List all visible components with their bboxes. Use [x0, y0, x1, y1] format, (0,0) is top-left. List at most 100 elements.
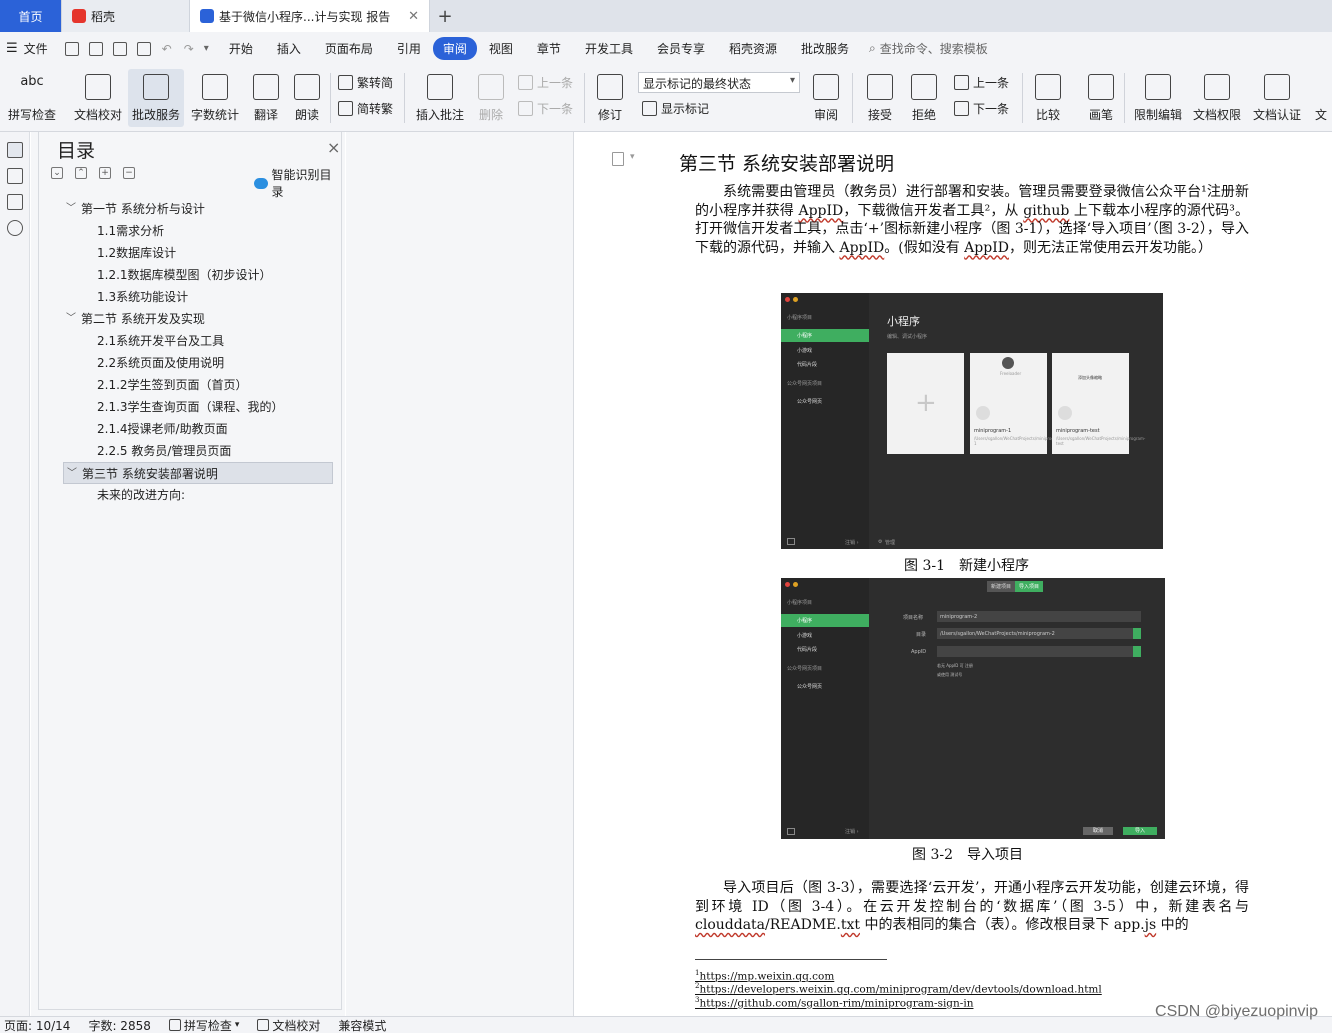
bookmark-icon[interactable] [7, 194, 23, 210]
remove-heading-icon[interactable]: − [123, 167, 135, 179]
toc-item[interactable]: 1.1需求分析 [63, 220, 363, 242]
print-preview-icon[interactable] [136, 41, 151, 56]
delete-comment-button[interactable]: 删除 [472, 69, 510, 127]
tab-home-label: 首页 [18, 9, 43, 24]
toc-item[interactable]: 2.2.5 教务员/管理员页面 [63, 440, 363, 462]
accept-button[interactable]: 接受 [862, 69, 898, 127]
appid-dropdown-icon [1133, 646, 1141, 657]
insert-comment-icon [427, 74, 453, 100]
toc-close-icon[interactable]: × [327, 138, 340, 157]
toc-item[interactable]: 2.1.4授课老师/助教页面 [63, 418, 363, 440]
read-aloud-button[interactable]: 朗读 [290, 69, 324, 127]
restrict-edit-label: 限制编辑 [1133, 108, 1182, 122]
status-page[interactable]: 页面: 10/14 [4, 1017, 70, 1034]
toc-item-label: 2.1.2学生签到页面（首页） [97, 378, 248, 392]
toc-item-chapter-1[interactable]: ﹀ 第一节 系统分析与设计 [63, 198, 363, 220]
toc-item[interactable]: 2.1.3学生查询页面（课程、我的） [63, 396, 363, 418]
status-spell-check[interactable]: 拼写检查 ▾ [168, 1017, 239, 1034]
add-heading-icon[interactable]: + [99, 167, 111, 179]
review-service-button[interactable]: 批改服务 [128, 69, 184, 127]
toc-item-chapter-2[interactable]: ﹀ 第二节 系统开发及实现 [63, 308, 363, 330]
find-icon[interactable] [7, 220, 23, 236]
tab-daoke[interactable]: 稻壳 [62, 0, 190, 32]
chevron-down-icon[interactable]: ﹀ [66, 198, 76, 220]
insert-comment-button[interactable]: 插入批注 [412, 69, 468, 127]
project-icon [976, 406, 990, 420]
toc-item[interactable]: 2.1.2学生签到页面（首页） [63, 374, 363, 396]
doc-cert-button[interactable]: 文档认证 [1250, 69, 1304, 127]
toc-item-chapter-3[interactable]: ﹀ 第三节 系统安装部署说明 [63, 462, 333, 484]
footnote-2[interactable]: 2https://developers.weixin.qq.com/minipr… [695, 982, 1102, 996]
footnote-3[interactable]: 3https://github.com/sgallon-rim/miniprog… [695, 996, 973, 1010]
redo-icon[interactable]: ↷ [184, 42, 194, 56]
menu-insert[interactable]: 插入 [265, 40, 313, 57]
reject-button[interactable]: 拒绝 [906, 69, 942, 127]
status-doc-proof[interactable]: 文档校对 [257, 1017, 320, 1034]
track-changes-button[interactable]: 修订 [592, 69, 628, 127]
print-icon[interactable] [112, 41, 127, 56]
spell-check-button[interactable]: abc 拼写检查 [2, 69, 62, 127]
toc-item[interactable]: 2.2系统页面及使用说明 [63, 352, 363, 374]
fig2-label-name: 项目名称 [903, 615, 924, 621]
doc-proof-button[interactable]: 文档校对 [70, 69, 126, 127]
chevron-down-icon[interactable]: ﹀ [67, 463, 77, 485]
menu-start[interactable]: 开始 [217, 40, 265, 57]
next-change-button[interactable]: 下一条 [954, 100, 1009, 117]
review-pane-button[interactable]: 审阅 [808, 69, 844, 127]
tab-document[interactable]: 基于微信小程序...计与实现 报告 ✕ [190, 0, 430, 32]
toc-item[interactable]: 1.2数据库设计 [63, 242, 363, 264]
prev-change-button[interactable]: 上一条 [954, 74, 1009, 91]
restrict-edit-button[interactable]: 限制编辑 [1132, 69, 1184, 127]
show-markup-button[interactable]: 显示标记 [642, 100, 709, 117]
translate-button[interactable]: 翻译 [246, 69, 286, 127]
toc-item[interactable]: 2.1系统开发平台及工具 [63, 330, 363, 352]
new-tab-button[interactable]: + [430, 0, 460, 32]
menu-file[interactable]: 文件 [22, 40, 60, 57]
compare-button[interactable]: 比较 [1030, 69, 1066, 127]
trad-to-simp-button[interactable]: 繁转简 [338, 74, 393, 91]
menu-dev-tools[interactable]: 开发工具 [573, 40, 645, 57]
command-search[interactable]: ⌕ 查找命令、搜索模板 [861, 40, 988, 57]
hamburger-icon[interactable]: ☰ [6, 41, 18, 56]
paragraph-format-icon[interactable] [612, 152, 624, 166]
track-changes-icon [597, 74, 623, 100]
fig1-new-project-card: + [887, 353, 964, 454]
save-icon[interactable] [64, 41, 79, 56]
collapse-all-icon[interactable]: ⌃ [75, 167, 87, 179]
doc-permission-button[interactable]: 文档权限 [1190, 69, 1244, 127]
next-comment-button[interactable]: 下一条 [518, 100, 573, 117]
pen-button[interactable]: 画笔 [1084, 69, 1118, 127]
word-count-button[interactable]: 字数统计 [188, 69, 242, 127]
status-word-count[interactable]: 字数: 2858 [88, 1017, 150, 1034]
export-icon[interactable] [88, 41, 103, 56]
menu-page-layout[interactable]: 页面布局 [313, 40, 385, 57]
menu-daoke-resources[interactable]: 稻壳资源 [717, 40, 789, 57]
doc-permission-icon [1204, 74, 1230, 100]
fig1-manage: 管理 [885, 540, 896, 546]
markup-state-select[interactable]: 显示标记的最终状态 [638, 72, 800, 93]
chevron-down-icon[interactable]: ▾ [630, 152, 635, 162]
smart-toc-button[interactable]: 智能识别目录 [254, 166, 341, 200]
simp-to-trad-button[interactable]: 简转繁 [338, 100, 393, 117]
expand-all-icon[interactable]: ⌄ [51, 167, 63, 179]
undo-icon[interactable]: ↶ [162, 42, 172, 56]
menu-chapter[interactable]: 章节 [525, 40, 573, 57]
prev-comment-button[interactable]: 上一条 [518, 74, 573, 91]
footnote-1[interactable]: 1https://mp.weixin.qq.com [695, 969, 834, 983]
menu-review[interactable]: 审阅 [432, 37, 477, 60]
toc-pane-icon[interactable] [7, 142, 23, 158]
tab-home[interactable]: 首页 [0, 0, 62, 32]
menu-view[interactable]: 视图 [477, 40, 525, 57]
document-page[interactable]: ▾ 第三节 系统安装部署说明 系统需要由管理员（教务员）进行部署和安装。管理员需… [574, 132, 1332, 1016]
toc-item[interactable]: 1.2.1数据库模型图（初步设计） [63, 264, 363, 286]
chapter-nav-icon[interactable] [7, 168, 23, 184]
toc-item[interactable]: 未来的改进方向: [63, 484, 363, 506]
menu-review-service[interactable]: 批改服务 [789, 40, 861, 57]
doc-more-button[interactable]: 文 [1310, 69, 1332, 127]
quick-access-dropdown-icon[interactable]: ▾ [204, 43, 209, 54]
menu-reference[interactable]: 引用 [385, 40, 433, 57]
menu-member[interactable]: 会员专享 [645, 40, 717, 57]
chevron-down-icon[interactable]: ﹀ [66, 308, 76, 330]
close-tab-icon[interactable]: ✕ [408, 9, 419, 24]
toc-item[interactable]: 1.3系统功能设计 [63, 286, 363, 308]
